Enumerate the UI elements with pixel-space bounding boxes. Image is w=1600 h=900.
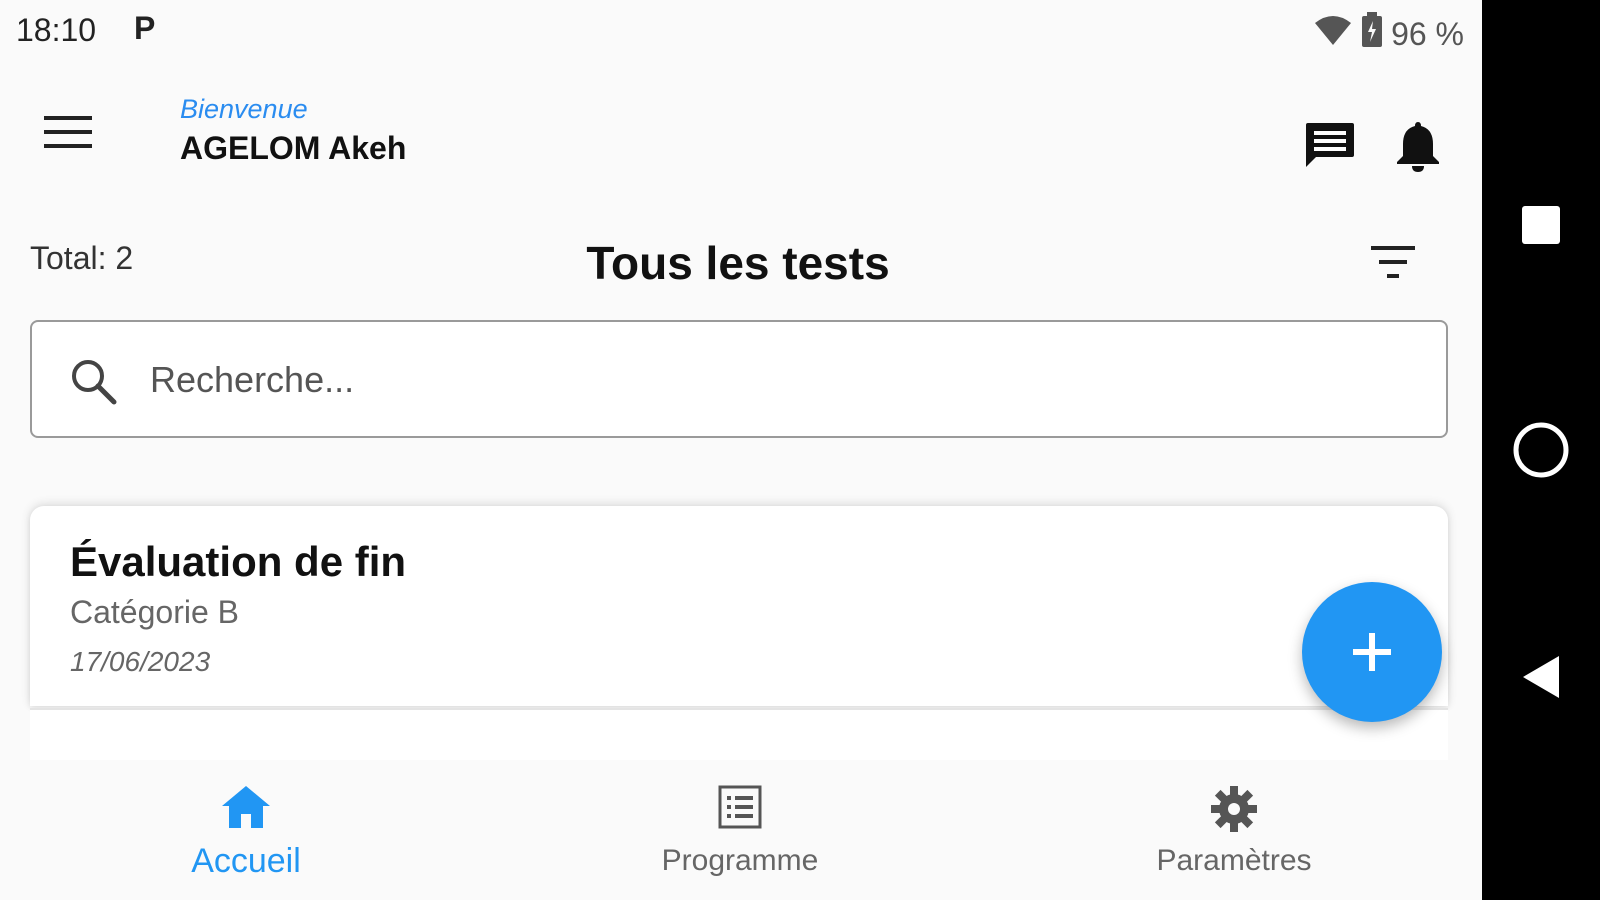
list-icon xyxy=(718,785,762,829)
back-button[interactable] xyxy=(1482,652,1600,702)
plus-icon xyxy=(1353,633,1391,671)
add-test-button[interactable] xyxy=(1302,582,1442,722)
menu-button[interactable] xyxy=(36,108,100,156)
bottom-navigation: Accueil Programme Paramètres xyxy=(0,760,1482,900)
nav-item-accueil[interactable]: Accueil xyxy=(96,760,396,900)
nav-item-parametres[interactable]: Paramètres xyxy=(1084,760,1384,900)
status-indicators: 96 % xyxy=(1313,12,1464,56)
filter-icon xyxy=(1371,246,1415,278)
filter-button[interactable] xyxy=(1360,236,1426,288)
gear-icon xyxy=(1211,786,1257,832)
messages-button[interactable] xyxy=(1298,116,1362,176)
chat-icon xyxy=(1306,123,1354,167)
nav-label-accueil: Accueil xyxy=(191,842,301,880)
recents-button[interactable] xyxy=(1482,200,1600,250)
test-category: Catégorie B xyxy=(70,594,239,630)
square-icon xyxy=(1522,206,1560,244)
back-triangle-icon xyxy=(1523,656,1559,698)
battery-percent: 96 % xyxy=(1391,15,1464,52)
wifi-icon xyxy=(1313,13,1353,55)
page-title: Tous les tests xyxy=(586,237,890,289)
circle-icon xyxy=(1513,422,1569,478)
nav-label-parametres: Paramètres xyxy=(1156,844,1312,877)
nav-item-programme[interactable]: Programme xyxy=(590,760,890,900)
user-name: AGELOM Akeh xyxy=(180,130,407,166)
test-title: Évaluation de fin xyxy=(70,538,407,585)
search-box[interactable] xyxy=(30,320,1448,438)
test-card[interactable]: Évaluation de fin Catégorie B 17/06/2023 xyxy=(30,506,1448,706)
home-icon xyxy=(222,786,270,828)
search-icon xyxy=(72,360,117,405)
test-date: 17/06/2023 xyxy=(70,646,211,677)
app-screen: 18:10 P 96 % Bienvenue AGELOM Akeh Total… xyxy=(0,0,1482,900)
notifications-button[interactable] xyxy=(1386,116,1450,176)
notification-badge: P xyxy=(134,10,156,46)
bell-icon xyxy=(1397,122,1439,172)
battery-icon xyxy=(1361,12,1383,56)
status-time: 18:10 xyxy=(16,12,97,48)
welcome-label: Bienvenue xyxy=(180,94,308,124)
nav-label-programme: Programme xyxy=(661,844,819,877)
system-navigation-bar xyxy=(1482,0,1600,900)
search-input[interactable] xyxy=(148,346,1412,414)
hamburger-icon xyxy=(44,116,92,148)
home-system-button[interactable] xyxy=(1482,420,1600,480)
